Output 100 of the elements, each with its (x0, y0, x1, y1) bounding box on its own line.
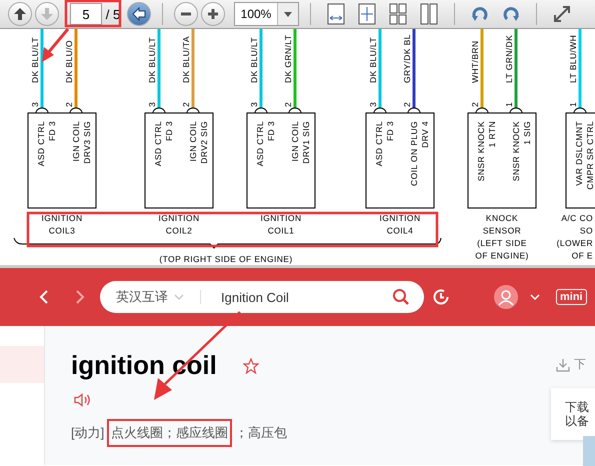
pin-hook (36, 108, 48, 114)
pin-function-label: DRV 4 (420, 121, 430, 148)
tooltip-text: 以备 (565, 414, 590, 428)
speaker-icon[interactable] (74, 393, 92, 407)
expand-icon (552, 4, 572, 24)
pin-function-label: SNSR KNOCK (511, 121, 521, 182)
wire-label: LT BLU/WH (568, 34, 578, 83)
component-caption: IGNITION (158, 213, 200, 223)
wire-label: WHT/BRN (470, 40, 480, 83)
pin-hook (186, 108, 200, 114)
pin-function-label: IGN COIL (188, 121, 198, 162)
pin-hook (70, 108, 82, 114)
highlight-frame (64, 0, 122, 28)
pin-number: 3 (249, 102, 259, 107)
component-caption: IGNITION (380, 213, 420, 223)
wire-label: LT GRN/DK (504, 34, 514, 83)
wire-label: DK GRN/LT (283, 34, 293, 83)
pin-number: 2 (402, 102, 412, 107)
search-field[interactable]: 英汉互译 Ignition Coil (100, 281, 424, 313)
group-label: (TOP RIGHT SIDE OF ENGINE) (159, 254, 293, 264)
pin-function-label: DRV2 SIG (199, 121, 209, 164)
component-caption: COIL4 (386, 226, 414, 236)
arrow-up-icon (13, 7, 27, 21)
wire-label: DK BLU/TA (181, 36, 191, 83)
pin-number: 3 (368, 102, 378, 107)
pin-number: 1 (504, 102, 514, 107)
component-caption: (LEFT SIDE (477, 238, 527, 248)
zoom-out-button[interactable] (174, 2, 198, 26)
back-button[interactable] (127, 2, 151, 26)
language-mode-dropdown[interactable]: 英汉互译 (116, 288, 168, 306)
wire-label: DK BLU/LT (368, 37, 378, 83)
wire-label: DK BLU/LT (249, 37, 259, 83)
tooltip-text: 下载 (565, 400, 590, 414)
component-caption: COIL1 (268, 226, 294, 236)
component-caption: OF E (572, 250, 593, 260)
wire-label: DK BLU/O (64, 40, 74, 83)
previous-page-button[interactable] (8, 2, 32, 26)
page-number-field[interactable]: 5 (70, 3, 102, 25)
chevron-down-icon[interactable] (530, 294, 540, 300)
star-icon[interactable] (242, 358, 259, 374)
search-icon[interactable] (392, 288, 410, 306)
component-caption: SENSOR (482, 226, 522, 236)
pin-number: 1 (568, 102, 578, 107)
pin-function-label: 1 RTN (487, 121, 497, 148)
pin-hook (476, 108, 488, 114)
component-caption: COIL2 (166, 226, 192, 236)
pin-hook (574, 108, 586, 114)
component-caption: IGNITION (42, 213, 82, 223)
zoom-dropdown[interactable]: 100% (234, 2, 299, 26)
pin-number: 3 (30, 102, 40, 107)
pin-hook (374, 108, 386, 114)
pin-function-label: SNSR KNOCK (476, 121, 486, 182)
component-caption: SO (580, 226, 593, 236)
component-caption: A/C CO (561, 213, 593, 223)
pin-function-label: VAR DSLCMNT (574, 121, 584, 186)
chevron-down-icon (174, 294, 184, 300)
pin-function-label: DRV1 SIG (301, 121, 311, 164)
download-icon[interactable] (556, 358, 570, 372)
definition-text: 点火线圈；感应线圈 (111, 425, 228, 440)
pin-function-label: ASD CTRL (255, 121, 265, 166)
pin-function-label: FD 3 (385, 121, 395, 142)
component-caption: (LOWER (556, 238, 593, 248)
component-caption: KNOCK (486, 213, 518, 223)
pin-number: 2 (283, 102, 293, 107)
component-caption: IGNITION (260, 213, 302, 223)
pin-number: 2 (470, 102, 480, 107)
component-caption: COIL3 (48, 226, 76, 236)
wire-label: GRY/DK BL (402, 34, 412, 83)
pin-function-label: COIL ON PLUG (409, 121, 419, 186)
two-page-icon (419, 3, 439, 25)
pin-hook (510, 108, 522, 114)
component-caption: OF ENGINE) (475, 250, 529, 260)
pin-function-label: CMPR SR CTRL (585, 121, 595, 190)
pin-hook (408, 108, 420, 114)
arrow-left-icon (132, 7, 146, 21)
avatar-icon[interactable] (494, 285, 518, 309)
pin-number: 2 (64, 102, 74, 107)
pin-hook (288, 108, 302, 114)
pin-hook (152, 108, 166, 114)
wire-label: DK BLU/LT (30, 37, 40, 83)
pin-function-label: 1 SIG (522, 121, 532, 145)
caret-icon (284, 12, 292, 16)
pin-number: 3 (147, 102, 157, 107)
pin-number: 2 (181, 102, 191, 107)
pin-function-label: IGN COIL (71, 121, 81, 162)
arrow-down-icon (40, 7, 54, 21)
pin-function-label: DRV3 SIG (82, 121, 92, 164)
pin-function-label: FD 3 (266, 121, 276, 142)
search-query: Ignition Coil (221, 290, 290, 304)
wire-label: DK BLU/LT (147, 37, 157, 83)
mini-mode-button[interactable]: mini (556, 289, 587, 305)
pin-function-label: ASD CTRL (36, 121, 46, 166)
fit-width-icon (326, 3, 346, 25)
pin-function-label: ASD CTRL (374, 121, 384, 166)
pin-function-label: IGN COIL (290, 121, 300, 162)
zoom-in-button[interactable] (201, 2, 225, 26)
history-clock-icon[interactable] (432, 288, 450, 306)
pin-function-label: FD 3 (47, 121, 57, 142)
plus-icon (207, 8, 219, 20)
pin-hook (254, 108, 268, 114)
